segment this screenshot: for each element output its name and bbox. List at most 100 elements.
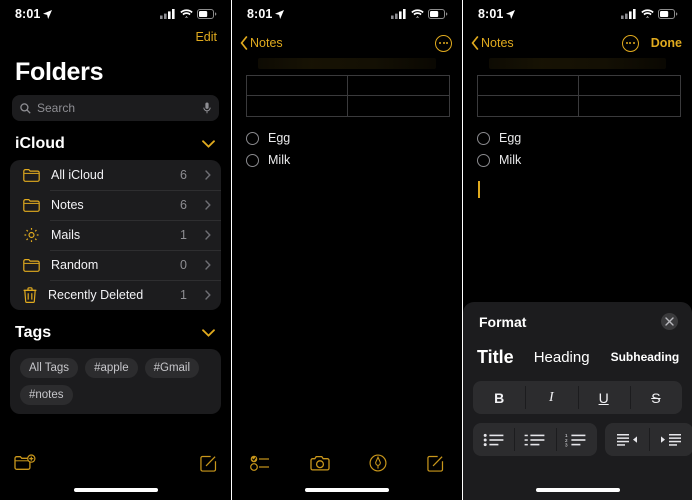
ellipsis-circle-icon[interactable] [621, 34, 639, 52]
panel-note-format: 8:01 Notes Done Egg Milk Format Title He… [462, 0, 692, 500]
checklist-item[interactable]: Milk [246, 149, 448, 171]
folder-count: 1 [180, 228, 187, 242]
folder-row-recently-deleted[interactable]: Recently Deleted 1 [10, 280, 221, 310]
back-button[interactable]: Notes [240, 36, 283, 50]
folder-row-random[interactable]: Random 0 [10, 250, 221, 280]
new-folder-icon[interactable] [14, 454, 36, 472]
table-cell[interactable] [247, 76, 348, 96]
table-cell[interactable] [247, 96, 348, 116]
section-header-icloud[interactable]: iCloud [0, 121, 231, 160]
style-option-title[interactable]: Title [473, 342, 523, 372]
underline-button[interactable]: U [577, 381, 630, 414]
note-table[interactable] [477, 75, 681, 117]
checklist-icon[interactable] [250, 455, 270, 471]
compose-icon[interactable] [427, 455, 444, 472]
tag-chip[interactable]: #notes [20, 385, 73, 405]
checklist-item-label: Milk [268, 153, 291, 167]
table-cell[interactable] [478, 96, 579, 116]
folders-toolbar [0, 448, 231, 478]
chevron-right-icon [205, 200, 211, 210]
bold-button[interactable]: B [473, 381, 525, 414]
svg-text:3: 3 [565, 442, 568, 447]
panel-folders: 8:01 Edit Folders Search iCloud All iClo… [0, 0, 231, 500]
back-label: Notes [250, 36, 283, 50]
dashed-list-button[interactable] [514, 423, 555, 456]
folder-row-notes[interactable]: Notes 6 [10, 190, 221, 220]
text-decoration-row: B I U S [473, 381, 682, 414]
compose-icon[interactable] [200, 455, 217, 472]
ellipsis-circle-icon[interactable] [435, 34, 452, 52]
folder-row-mails[interactable]: Mails 1 [10, 220, 221, 250]
folder-name: Mails [51, 228, 81, 242]
chevron-left-icon [240, 36, 248, 50]
checkbox-circle-icon[interactable] [477, 131, 490, 145]
table-cell[interactable] [348, 76, 449, 96]
battery-icon [197, 9, 217, 19]
status-time: 8:01 [478, 7, 504, 21]
camera-icon[interactable] [310, 455, 330, 471]
style-option-heading[interactable]: Heading [523, 342, 601, 372]
strikethrough-button[interactable]: S [629, 381, 682, 414]
tag-chip[interactable]: #Gmail [144, 358, 200, 378]
folder-name: Recently Deleted [48, 288, 144, 302]
folder-count: 0 [180, 258, 187, 272]
search-icon [20, 102, 31, 114]
table-cell[interactable] [348, 96, 449, 116]
back-button[interactable]: Notes [471, 36, 514, 50]
cellular-signal-icon [621, 9, 636, 19]
list-and-indent-row: 1 2 3 [473, 423, 692, 456]
bulleted-list-button[interactable] [473, 423, 514, 456]
table-cell[interactable] [478, 76, 579, 96]
indent-button[interactable] [649, 423, 692, 456]
microphone-icon[interactable] [203, 102, 211, 114]
status-bar: 8:01 [463, 0, 692, 28]
note-table[interactable] [246, 75, 450, 117]
format-sheet: Format Title Heading Subheading Body B I… [463, 302, 692, 500]
note-nav-bar: Notes [232, 28, 462, 58]
wifi-icon [180, 9, 193, 19]
tag-chip[interactable]: #apple [85, 358, 138, 378]
checklist-item[interactable]: Egg [246, 127, 448, 149]
folder-row-all-icloud[interactable]: All iCloud 6 [10, 160, 221, 190]
chevron-right-icon [205, 170, 211, 180]
table-cell[interactable] [579, 76, 680, 96]
tag-chip[interactable]: All Tags [20, 358, 79, 378]
status-bar: 8:01 [232, 0, 462, 28]
section-header-tags[interactable]: Tags [0, 310, 231, 349]
chevron-right-icon [205, 290, 211, 300]
chevron-down-icon[interactable] [202, 140, 215, 148]
numbered-list-button[interactable]: 1 2 3 [555, 423, 597, 456]
location-arrow-icon [506, 9, 516, 19]
close-icon[interactable] [661, 313, 678, 330]
note-content[interactable]: Egg Milk [232, 75, 462, 171]
checkbox-circle-icon[interactable] [246, 131, 259, 145]
folder-count: 6 [180, 168, 187, 182]
chevron-down-icon[interactable] [202, 329, 215, 337]
checklist-item-label: Milk [499, 153, 522, 167]
wifi-icon [641, 9, 654, 19]
outdent-button[interactable] [605, 423, 649, 456]
checklist-item[interactable]: Milk [477, 149, 678, 171]
checklist: Egg Milk [246, 127, 448, 171]
checkbox-circle-icon[interactable] [477, 153, 490, 167]
done-button[interactable]: Done [651, 36, 682, 50]
checkbox-circle-icon[interactable] [246, 153, 259, 167]
wifi-icon [411, 9, 424, 19]
markup-pen-icon[interactable] [369, 454, 387, 472]
search-input[interactable]: Search [12, 95, 219, 121]
italic-button[interactable]: I [525, 381, 577, 414]
dashed-list-icon [524, 434, 545, 445]
three-panel-screenshot: 8:01 Edit Folders Search iCloud All iClo… [0, 0, 692, 500]
section-title: iCloud [15, 135, 65, 152]
note-content[interactable]: Egg Milk [463, 75, 692, 198]
checklist: Egg Milk [477, 127, 678, 171]
format-sheet-header: Format [473, 311, 682, 330]
folder-icon [23, 199, 40, 212]
chevron-right-icon [205, 230, 211, 240]
text-caret [478, 181, 480, 198]
style-option-subheading[interactable]: Subheading [601, 342, 690, 372]
table-cell[interactable] [579, 96, 680, 116]
edit-button[interactable]: Edit [195, 30, 217, 44]
numbered-list-icon: 1 2 3 [565, 433, 586, 447]
checklist-item[interactable]: Egg [477, 127, 678, 149]
